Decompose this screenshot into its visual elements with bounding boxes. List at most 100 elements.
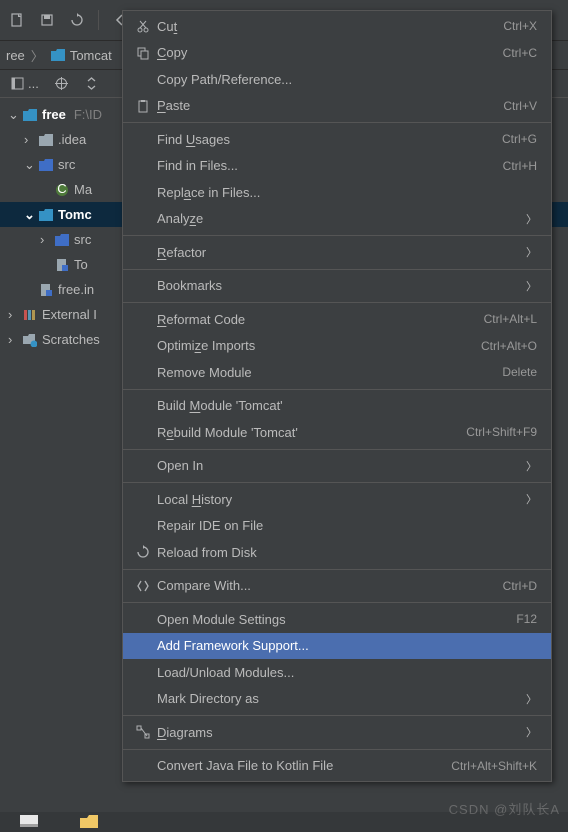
menu-shortcut: F12 <box>516 612 537 626</box>
menu-shortcut: Ctrl+Shift+F9 <box>466 425 537 439</box>
menu-label: Compare With... <box>157 578 503 593</box>
save-all-button[interactable] <box>34 7 60 33</box>
breadcrumb-item[interactable]: Tomcat <box>50 47 112 63</box>
menu-open-in[interactable]: Open In 〉 <box>123 453 551 480</box>
tree-label: To <box>74 257 88 272</box>
menu-label: Find in Files... <box>157 158 503 173</box>
module-icon <box>22 107 38 123</box>
menu-separator <box>123 749 551 750</box>
project-tab-expand-all[interactable] <box>81 72 103 96</box>
menu-label: Copy Path/Reference... <box>157 72 537 87</box>
iml-file-icon <box>54 257 70 273</box>
chevron-right-icon: 〉 <box>526 458 537 474</box>
menu-shortcut: Ctrl+Alt+O <box>481 339 537 353</box>
menu-label: Open Module Settings <box>157 612 516 627</box>
menu-refactor[interactable]: Refactor 〉 <box>123 239 551 266</box>
menu-shortcut: Ctrl+X <box>503 19 537 33</box>
menu-mark-directory[interactable]: Mark Directory as 〉 <box>123 686 551 713</box>
menu-paste[interactable]: Paste Ctrl+V <box>123 93 551 120</box>
chevron-right-icon: 〉 <box>526 691 537 707</box>
menu-label: Refactor <box>157 245 518 260</box>
menu-label: Remove Module <box>157 365 502 380</box>
menu-label: Mark Directory as <box>157 691 518 706</box>
menu-diagrams[interactable]: Diagrams 〉 <box>123 719 551 746</box>
svg-text:C: C <box>57 183 66 196</box>
tree-label: Tomc <box>58 207 92 222</box>
menu-convert-kotlin[interactable]: Convert Java File to Kotlin File Ctrl+Al… <box>123 753 551 780</box>
project-tab-label: ... <box>28 76 39 91</box>
chevron-right-icon: 〉 <box>526 278 537 294</box>
crosshair-icon <box>55 77 69 91</box>
menu-find-in-files[interactable]: Find in Files... Ctrl+H <box>123 153 551 180</box>
menu-separator <box>123 569 551 570</box>
java-class-icon: C <box>54 182 70 198</box>
menu-local-history[interactable]: Local History 〉 <box>123 486 551 513</box>
menu-rebuild-module[interactable]: Rebuild Module 'Tomcat' Ctrl+Shift+F9 <box>123 419 551 446</box>
menu-find-usages[interactable]: Find Usages Ctrl+G <box>123 126 551 153</box>
menu-label: Convert Java File to Kotlin File <box>157 758 451 773</box>
menu-separator <box>123 449 551 450</box>
menu-shortcut: Ctrl+G <box>502 132 537 146</box>
chevron-right-icon: 〉 <box>526 724 537 740</box>
source-folder-icon <box>54 232 70 248</box>
breadcrumb-separator: 〉 <box>31 46 44 65</box>
menu-open-module-settings[interactable]: Open Module Settings F12 <box>123 606 551 633</box>
chevron-right-icon: › <box>24 132 34 147</box>
menu-optimize-imports[interactable]: Optimize Imports Ctrl+Alt+O <box>123 333 551 360</box>
reload-icon <box>129 545 157 559</box>
menu-load-unload-modules[interactable]: Load/Unload Modules... <box>123 659 551 686</box>
menu-label: Bookmarks <box>157 278 518 293</box>
new-file-button[interactable] <box>4 7 30 33</box>
toolbar-separator <box>98 10 99 30</box>
menu-shortcut: Ctrl+D <box>503 579 537 593</box>
folder-icon <box>38 132 54 148</box>
menu-label: Analyze <box>157 211 518 226</box>
menu-remove-module[interactable]: Remove Module Delete <box>123 359 551 386</box>
tree-label: free <box>42 107 66 122</box>
project-tab[interactable]: ... <box>6 72 43 96</box>
menu-shortcut: Ctrl+C <box>503 46 537 60</box>
menu-compare-with[interactable]: Compare With... Ctrl+D <box>123 573 551 600</box>
menu-copy[interactable]: Copy Ctrl+C <box>123 40 551 67</box>
menu-label: Paste <box>157 98 503 113</box>
sync-button[interactable] <box>64 7 90 33</box>
menu-label: Local History <box>157 492 518 507</box>
diff-icon <box>129 579 157 593</box>
chevron-right-icon: 〉 <box>526 211 537 227</box>
menu-separator <box>123 235 551 236</box>
menu-shortcut: Ctrl+H <box>503 159 537 173</box>
menu-label: Repair IDE on File <box>157 518 537 533</box>
taskbar-explorer-icon[interactable] <box>80 815 100 829</box>
menu-copy-path[interactable]: Copy Path/Reference... <box>123 66 551 93</box>
menu-add-framework-support[interactable]: Add Framework Support... <box>123 633 551 660</box>
menu-bookmarks[interactable]: Bookmarks 〉 <box>123 273 551 300</box>
chevron-right-icon: 〉 <box>526 491 537 507</box>
menu-repair-ide[interactable]: Repair IDE on File <box>123 513 551 540</box>
menu-replace-in-files[interactable]: Replace in Files... <box>123 179 551 206</box>
tree-label: Scratches <box>42 332 100 347</box>
scratches-icon <box>22 332 38 348</box>
taskbar-app-icon[interactable] <box>20 815 40 829</box>
diagram-icon <box>129 725 157 739</box>
menu-label: Build Module 'Tomcat' <box>157 398 537 413</box>
menu-reload-disk[interactable]: Reload from Disk <box>123 539 551 566</box>
tree-path: F:\ID <box>74 107 102 122</box>
menu-label: Open In <box>157 458 518 473</box>
menu-analyze[interactable]: Analyze 〉 <box>123 206 551 233</box>
library-icon <box>22 307 38 323</box>
tree-label: Ma <box>74 182 92 197</box>
menu-label: Copy <box>157 45 503 60</box>
menu-label: Diagrams <box>157 725 518 740</box>
menu-label: Replace in Files... <box>157 185 537 200</box>
module-icon <box>38 207 54 223</box>
breadcrumb-item[interactable]: ree <box>6 48 25 63</box>
menu-label: Reload from Disk <box>157 545 537 560</box>
menu-shortcut: Ctrl+Alt+L <box>484 312 537 326</box>
menu-label: Find Usages <box>157 132 502 147</box>
menu-reformat-code[interactable]: Reformat Code Ctrl+Alt+L <box>123 306 551 333</box>
context-menu: Cut Ctrl+X Copy Ctrl+C Copy Path/Referen… <box>122 10 552 782</box>
menu-build-module[interactable]: Build Module 'Tomcat' <box>123 393 551 420</box>
menu-cut[interactable]: Cut Ctrl+X <box>123 13 551 40</box>
project-tab-expand[interactable] <box>51 72 73 96</box>
cut-icon <box>129 19 157 33</box>
